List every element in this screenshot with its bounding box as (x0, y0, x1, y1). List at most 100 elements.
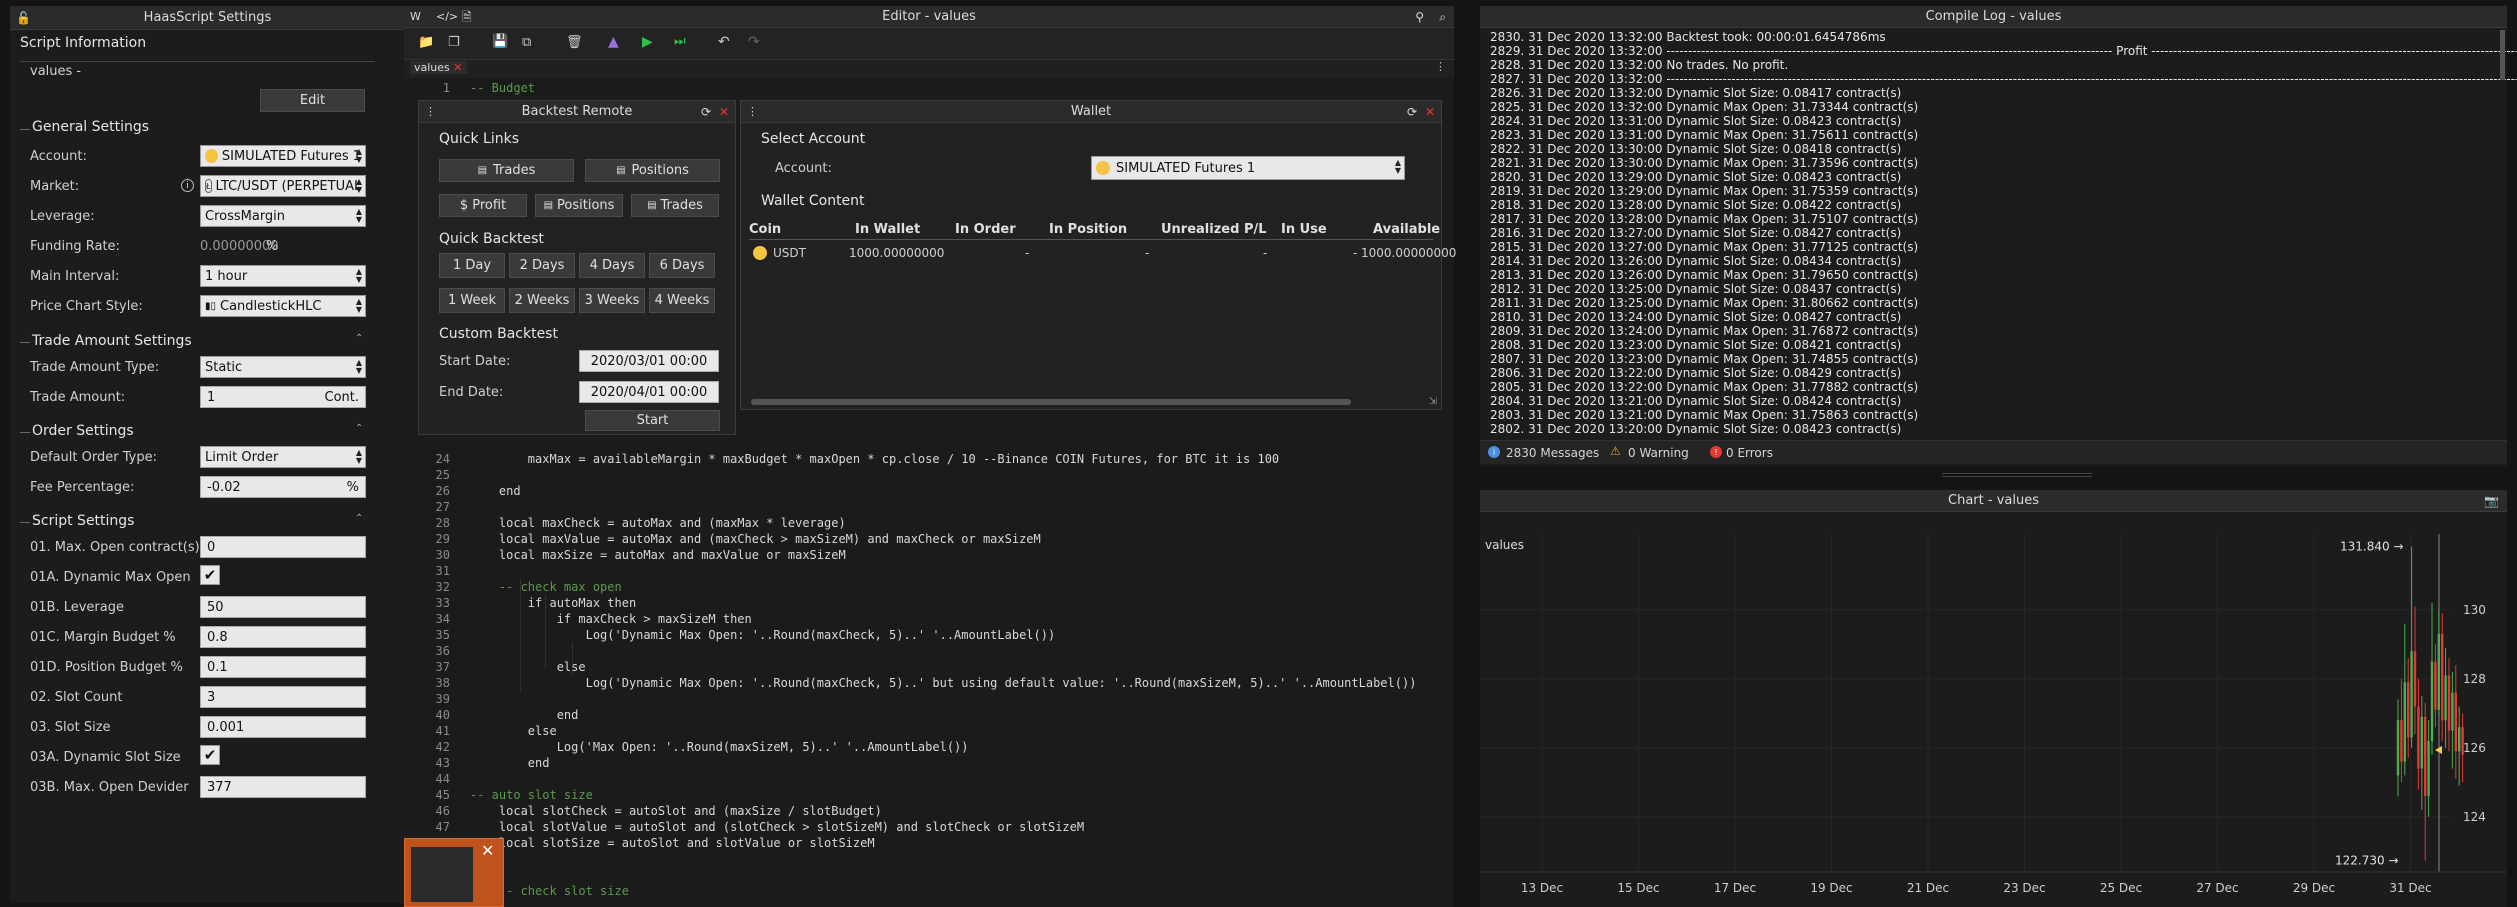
collapse-icon[interactable]: ⌃ (355, 513, 363, 524)
leverage-select[interactable]: CrossMargin ▲ ▼ (200, 205, 366, 227)
order-type-select[interactable]: Limit Order ▲ ▼ (200, 446, 366, 468)
save-icon[interactable]: 💾 (492, 34, 508, 49)
col-in-wallet[interactable]: In Wallet (855, 222, 920, 237)
candle-body[interactable] (2420, 716, 2423, 769)
spinner-icon[interactable]: ▲ ▼ (356, 449, 362, 465)
positions-button[interactable]: ▤ Positions (535, 194, 623, 217)
document-icon[interactable]: 🗎 (462, 6, 472, 28)
candle-body[interactable] (2413, 651, 2417, 707)
warnings-count[interactable]: 0 Warning (1628, 446, 1689, 460)
col-in-order[interactable]: In Order (955, 222, 1016, 237)
delete-icon[interactable]: 🗑 (566, 35, 583, 50)
trades-link[interactable]: ▤ Trades (439, 159, 574, 182)
candle-body[interactable] (2407, 682, 2410, 738)
messages-count[interactable]: 2830 Messages (1506, 446, 1599, 460)
more-icon[interactable]: ⋮ (425, 101, 436, 123)
editor-tab[interactable]: values ✕ (410, 61, 467, 74)
candle-body[interactable] (2437, 634, 2440, 710)
candle-body[interactable] (2403, 682, 2406, 762)
wallet-row[interactable]: USDT 1000.00000000 - - - - 1000.00000000 (749, 242, 1456, 264)
candle-body[interactable] (2444, 675, 2447, 721)
param-input[interactable]: 0.8 (200, 626, 366, 648)
backtest-4-days[interactable]: 4 Days (579, 253, 645, 278)
spinner-icon[interactable]: ▲ ▼ (356, 148, 362, 164)
candle-body[interactable] (2410, 651, 2413, 738)
col-available[interactable]: Available (1373, 222, 1440, 237)
refresh-icon[interactable]: ⟳ (1407, 101, 1417, 123)
chart-plot[interactable]: 13 Dec 15 Dec 17 Dec 19 Dec 21 Dec 23 Dec 25 D… (1480, 514, 2507, 907)
backtest-3-weeks[interactable]: 3 Weeks (579, 288, 645, 313)
backtest-6-days[interactable]: 6 Days (649, 253, 715, 278)
spinner-icon[interactable]: ▲ ▼ (1395, 159, 1401, 175)
minimap-thumbnail[interactable]: ✕ (404, 838, 504, 907)
interval-select[interactable]: 1 hour ▲ ▼ (200, 265, 366, 287)
undo-icon[interactable]: ↶ (718, 34, 730, 50)
positions-link[interactable]: ▤ Positions (585, 159, 720, 182)
collapse-icon[interactable]: ⌃ (355, 423, 363, 434)
candle-body[interactable] (2396, 720, 2400, 776)
log-scrollbar[interactable] (2500, 30, 2505, 80)
wallet-account-select[interactable]: SIMULATED Futures 1 ▲ ▼ (1091, 156, 1405, 180)
param-input[interactable]: 0.001 (200, 716, 366, 738)
resize-handle-icon[interactable]: ⇲ (1429, 396, 1437, 407)
spinner-icon[interactable]: ▲ ▼ (356, 268, 362, 284)
candle-body[interactable] (2400, 720, 2403, 762)
spinner-icon[interactable]: ▲ ▼ (356, 178, 362, 194)
close-icon[interactable]: ✕ (719, 101, 729, 123)
param-input[interactable]: 377 (200, 776, 366, 798)
wallet-scrollbar[interactable] (751, 399, 1351, 405)
trade-amount-type-select[interactable]: Static ▲ ▼ (200, 356, 366, 378)
col-in-use[interactable]: In Use (1281, 222, 1327, 237)
spinner-icon[interactable]: ▲ ▼ (356, 208, 362, 224)
unlock-icon[interactable]: 🔓 (16, 6, 31, 30)
chart-style-select[interactable]: ▮▯ CandlestickHLC ▲ ▼ (200, 295, 366, 317)
collapse-icon[interactable]: ⌃ (355, 333, 363, 344)
save-as-icon[interactable]: ⧉ (522, 35, 531, 50)
candle-body[interactable] (2458, 727, 2461, 752)
candle-body[interactable] (2427, 740, 2430, 797)
candle-body[interactable] (2461, 727, 2464, 755)
candle-body[interactable] (2417, 706, 2420, 769)
col-coin[interactable]: Coin (749, 222, 781, 237)
col-in-position[interactable]: In Position (1049, 222, 1127, 237)
market-select[interactable]: Ł LTC/USDT (PERPETUAL ▲ ▼ (200, 175, 366, 197)
candle-body[interactable] (2434, 661, 2437, 710)
param-checkbox[interactable]: ✔ (200, 565, 220, 585)
start-date-input[interactable]: 2020/03/01 00:00 (579, 350, 719, 372)
visual-editor-icon[interactable]: ▲ (608, 34, 619, 50)
errors-count[interactable]: 0 Errors (1726, 446, 1773, 460)
close-icon[interactable]: ✕ (481, 841, 494, 860)
more-icon[interactable]: ⋮ (1435, 60, 1446, 73)
splitter-handle[interactable] (1942, 473, 2092, 477)
edit-button[interactable]: Edit (260, 89, 365, 112)
backtest-1-day[interactable]: 1 Day (439, 253, 505, 278)
param-checkbox[interactable]: ✔ (200, 745, 220, 765)
candle-body[interactable] (2424, 716, 2427, 797)
param-input[interactable]: 3 (200, 686, 366, 708)
col-unrealized[interactable]: Unrealized P/L (1161, 222, 1267, 237)
search-icon[interactable]: ⚲ (1415, 6, 1424, 28)
candle-body[interactable] (2447, 675, 2451, 731)
redo-icon[interactable]: ↷ (748, 34, 760, 50)
backtest-4-weeks[interactable]: 4 Weeks (649, 288, 715, 313)
trades-button[interactable]: ▤ Trades (631, 194, 719, 217)
param-input[interactable]: 0.1 (200, 656, 366, 678)
account-select[interactable]: SIMULATED Futures 1 ▲ ▼ (200, 145, 366, 167)
refresh-icon[interactable]: ⟳ (701, 101, 711, 123)
candle-body[interactable] (2441, 634, 2444, 721)
param-input[interactable]: 0 (200, 536, 366, 558)
candle-body[interactable] (2451, 692, 2454, 731)
candle-body[interactable] (2454, 692, 2457, 752)
end-date-input[interactable]: 2020/04/01 00:00 (579, 381, 719, 403)
spinner-icon[interactable]: ▲ ▼ (356, 359, 362, 375)
param-input[interactable]: 50 (200, 596, 366, 618)
spinner-icon[interactable]: ▲ ▼ (356, 298, 362, 314)
candle-body[interactable] (2430, 661, 2434, 741)
backtest-1-week[interactable]: 1 Week (439, 288, 505, 313)
fee-input[interactable]: -0.02 % (200, 476, 366, 498)
run-icon[interactable]: ▶ (642, 34, 653, 50)
backtest-2-days[interactable]: 2 Days (509, 253, 575, 278)
close-icon[interactable]: ✕ (1425, 101, 1435, 123)
copy-icon[interactable]: ❐ (448, 35, 460, 50)
open-folder-icon[interactable]: 📁 (418, 35, 434, 50)
